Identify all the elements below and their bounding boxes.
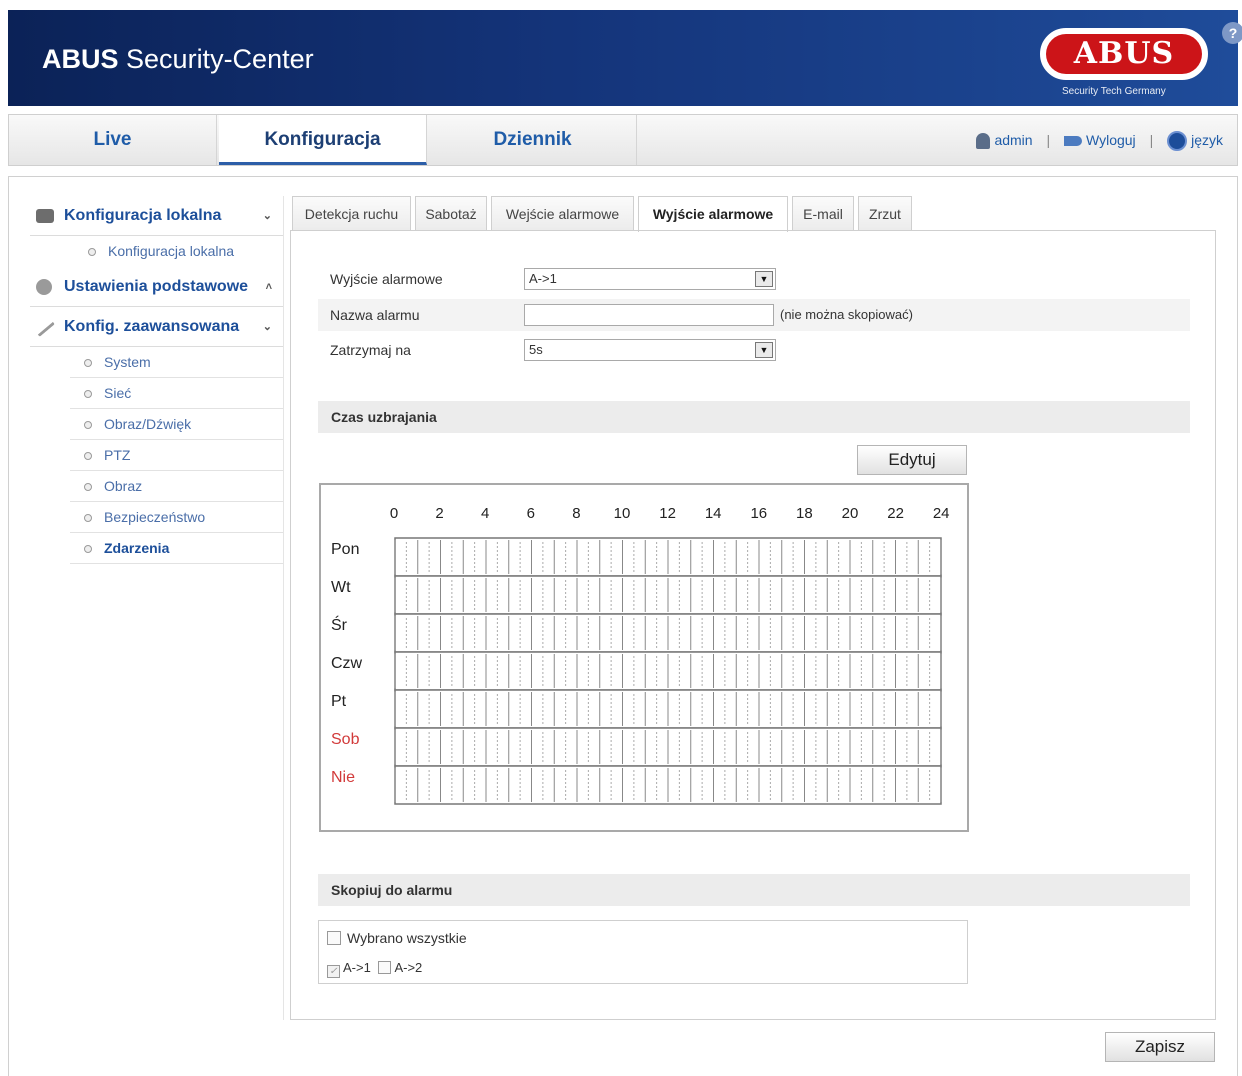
logo-tagline: Security Tech Germany (1062, 86, 1166, 97)
chevron-down-icon: ⌄ (262, 210, 272, 222)
bullet-icon (84, 452, 92, 460)
settings-icon (36, 279, 52, 295)
hour-label: 22 (887, 505, 904, 522)
copy-a2-checkbox[interactable] (378, 961, 392, 974)
nav-tab-log[interactable]: Dziennik (429, 115, 637, 165)
bullet-icon (84, 390, 92, 398)
copy-a1-label: A->1 (343, 960, 371, 975)
schedule-header: Czas uzbrajania (318, 401, 1190, 433)
sidebar-item-security[interactable]: Bezpieczeństwo (70, 502, 284, 533)
nav-tab-live[interactable]: Live (9, 115, 217, 165)
hour-label: 16 (750, 505, 768, 522)
wrench-icon (37, 321, 55, 337)
alarm-output-row: Wyjście alarmowe A->1 ▼ (318, 263, 1190, 295)
language-link[interactable]: język (1191, 132, 1223, 148)
dropdown-arrow-icon: ▼ (755, 342, 773, 358)
bullet-icon (84, 545, 92, 553)
copy-header: Skopiuj do alarmu (318, 874, 1190, 906)
copy-box: Wybrano wszystkie ✓ A->1 A->2 (318, 920, 968, 984)
username: admin (994, 132, 1033, 148)
delay-row: Zatrzymaj na 5s ▼ (318, 334, 1190, 366)
select-all-row: Wybrano wszystkie (327, 930, 467, 946)
tab-alarm-input[interactable]: Wejście alarmowe (491, 196, 634, 230)
day-label: Pt (331, 693, 347, 710)
hour-label: 12 (659, 505, 676, 522)
day-label: Wt (331, 579, 351, 596)
bullet-icon (84, 483, 92, 491)
day-label: Czw (331, 655, 363, 672)
sidebar-item-system[interactable]: System (70, 347, 284, 378)
save-button[interactable]: Zapisz (1105, 1032, 1215, 1062)
alarm-name-note: (nie można skopiować) (780, 307, 913, 322)
user-icon (976, 133, 991, 150)
hour-label: 24 (932, 505, 950, 522)
sidebar-section-local-config[interactable]: Konfiguracja lokalna ⌄ (30, 196, 284, 236)
dropdown-arrow-icon: ▼ (755, 271, 773, 287)
copy-a1-checkbox[interactable]: ✓ (327, 965, 340, 978)
alarm-name-input[interactable] (524, 304, 774, 326)
delay-select[interactable]: 5s ▼ (524, 339, 776, 361)
sidebar-divider (283, 196, 284, 1020)
nav-tab-configuration[interactable]: Konfiguracja (219, 115, 427, 165)
schedule-grid-lines (394, 537, 942, 805)
hour-label: 0 (389, 505, 399, 522)
app-title: ABUS Security-Center (42, 44, 314, 74)
copy-a2-label: A->2 (394, 960, 423, 975)
day-label: Śr (331, 617, 347, 634)
user-bar: admin | Wyloguj | język (976, 115, 1223, 165)
sidebar-item-image[interactable]: Obraz (70, 471, 284, 502)
sidebar-item-video-audio[interactable]: Obraz/Dźwięk (70, 409, 284, 440)
bullet-icon (88, 248, 96, 256)
help-icon[interactable]: ? (1222, 22, 1242, 44)
logout-link[interactable]: Wyloguj (1086, 132, 1136, 148)
sidebar: Konfiguracja lokalna ⌄ Konfiguracja loka… (30, 196, 284, 564)
sidebar-item-ptz[interactable]: PTZ (70, 440, 284, 471)
hour-label: 18 (796, 505, 813, 522)
bullet-icon (84, 359, 92, 367)
bullet-icon (84, 514, 92, 522)
sidebar-section-advanced-config[interactable]: Konfig. zaawansowana ⌄ (30, 307, 284, 347)
sidebar-item-network[interactable]: Sieć (70, 378, 284, 409)
sidebar-section-basic-settings[interactable]: Ustawienia podstawowe ˄ (30, 267, 284, 307)
alarm-output-select[interactable]: A->1 ▼ (524, 268, 776, 290)
copy-options-row: ✓ A->1 A->2 (327, 960, 422, 978)
hour-label: 20 (841, 505, 859, 522)
day-label: Pon (331, 541, 360, 558)
select-all-label: Wybrano wszystkie (347, 930, 467, 946)
logout-icon[interactable] (1064, 136, 1082, 147)
hour-label: 10 (613, 505, 631, 522)
monitor-icon (36, 209, 54, 223)
schedule-grid[interactable]: 0 2 4 6 8 10 12 14 16 18 20 22 24 Pon Wt Śr Czw Pt Sob Nie (319, 483, 969, 832)
hour-label: 4 (481, 505, 490, 522)
day-label: Sob (331, 731, 360, 748)
alarm-output-label: Wyjście alarmowe (330, 271, 443, 287)
bullet-icon (84, 421, 92, 429)
sidebar-item-events[interactable]: Zdarzenia (70, 533, 284, 564)
select-all-checkbox[interactable] (327, 931, 341, 945)
alarm-name-label: Nazwa alarmu (330, 307, 420, 323)
day-label: Nie (331, 769, 356, 786)
tab-motion-detection[interactable]: Detekcja ruchu (292, 196, 411, 230)
hour-label: 14 (704, 505, 722, 522)
chevron-up-icon: ˄ (265, 281, 272, 293)
tab-alarm-output[interactable]: Wyjście alarmowe (638, 196, 788, 232)
edit-button[interactable]: Edytuj (857, 445, 967, 475)
alarm-name-row: Nazwa alarmu (nie można skopiować) (318, 299, 1190, 331)
hour-label: 6 (526, 505, 535, 522)
tab-snapshot[interactable]: Zrzut (858, 196, 912, 230)
chevron-down-icon: ⌄ (262, 321, 272, 333)
sidebar-item-local-config[interactable]: Konfiguracja lokalna (74, 236, 284, 267)
abus-logo: ABUS (1040, 28, 1208, 80)
hour-label: 8 (572, 505, 581, 522)
hour-label: 2 (435, 505, 444, 522)
delay-label: Zatrzymaj na (330, 342, 411, 358)
tab-email[interactable]: E-mail (792, 196, 854, 230)
app-header: ABUS Security-Center ABUS Security Tech … (8, 10, 1242, 106)
globe-icon[interactable] (1167, 131, 1188, 152)
tab-tamper[interactable]: Sabotaż (415, 196, 487, 230)
top-nav: Live Konfiguracja Dziennik admin | Wylog… (8, 114, 1238, 166)
